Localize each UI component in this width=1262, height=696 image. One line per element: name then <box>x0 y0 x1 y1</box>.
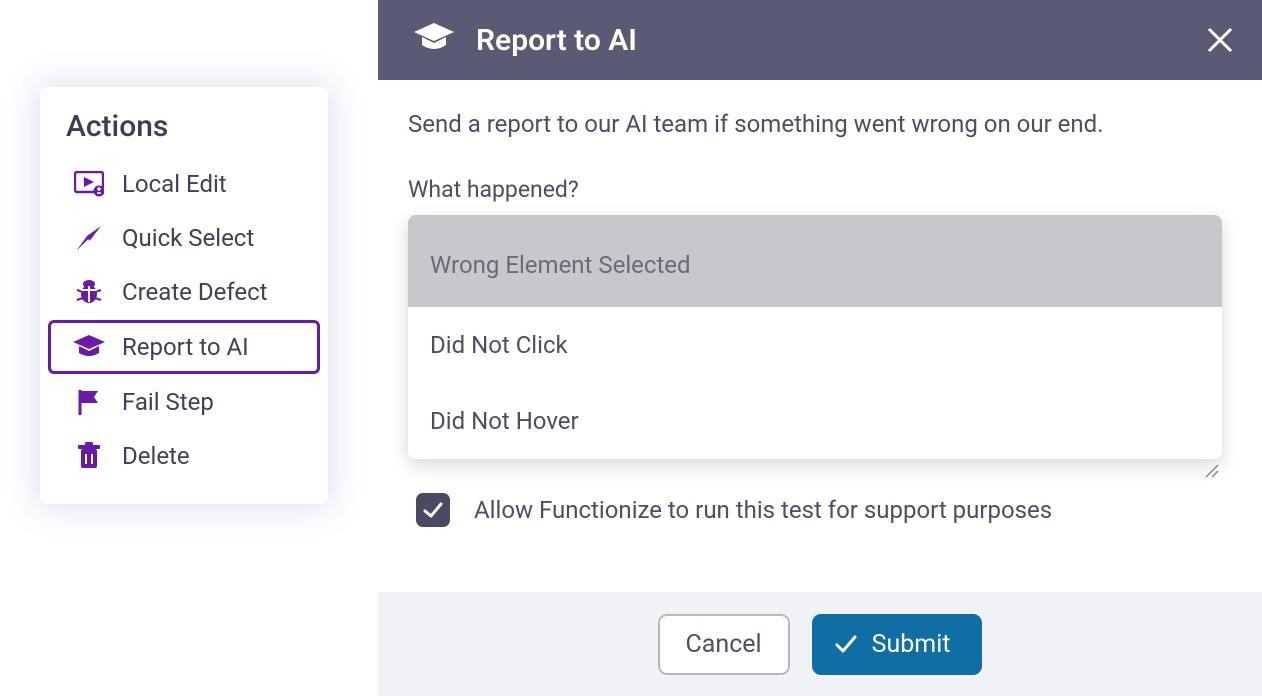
actions-item-label: Delete <box>122 442 190 470</box>
trash-icon <box>70 442 108 470</box>
cancel-button-label: Cancel <box>686 630 762 659</box>
check-icon <box>834 632 858 656</box>
actions-item-fail-step[interactable]: Fail Step <box>48 376 320 428</box>
actions-item-report-to-ai[interactable]: Report to AI <box>48 320 320 374</box>
allow-support-label: Allow Functionize to run this test for s… <box>474 496 1052 524</box>
modal-body: Send a report to our AI team if somethin… <box>378 80 1262 547</box>
modal-title: Report to AI <box>476 23 637 58</box>
dropdown-option-did-not-click[interactable]: Did Not Click <box>408 307 1222 383</box>
what-happened-dropdown[interactable]: Wrong Element Selected Did Not Click Did… <box>408 215 1222 459</box>
arrow-icon <box>70 224 108 252</box>
actions-item-label: Fail Step <box>122 388 214 416</box>
actions-item-label: Create Defect <box>122 278 268 306</box>
local-edit-icon <box>70 171 108 197</box>
actions-item-quick-select[interactable]: Quick Select <box>48 212 320 264</box>
allow-support-row: Allow Functionize to run this test for s… <box>416 493 1222 527</box>
actions-panel: Actions Local Edit Quick Select <box>40 87 328 504</box>
report-to-ai-modal: Report to AI Send a report to our AI tea… <box>378 0 1262 696</box>
actions-item-create-defect[interactable]: Create Defect <box>48 266 320 318</box>
what-happened-label: What happened? <box>408 176 1222 203</box>
actions-title: Actions <box>40 105 328 156</box>
dropdown-option-did-not-hover[interactable]: Did Not Hover <box>408 383 1222 459</box>
close-icon[interactable] <box>1206 26 1234 54</box>
submit-button[interactable]: Submit <box>812 614 983 675</box>
actions-item-delete[interactable]: Delete <box>48 430 320 482</box>
modal-header: Report to AI <box>378 0 1262 80</box>
resize-handle-icon[interactable] <box>408 463 1222 483</box>
allow-support-checkbox[interactable] <box>416 493 450 527</box>
cancel-button[interactable]: Cancel <box>658 614 790 675</box>
actions-item-label: Quick Select <box>122 224 254 252</box>
actions-item-label: Local Edit <box>122 170 227 198</box>
modal-description: Send a report to our AI team if somethin… <box>408 110 1222 138</box>
submit-button-label: Submit <box>872 630 951 659</box>
modal-footer: Cancel Submit <box>378 592 1262 696</box>
actions-item-label: Report to AI <box>122 333 249 361</box>
flag-icon <box>70 388 108 416</box>
dropdown-option-wrong-element[interactable]: Wrong Element Selected <box>408 215 1222 307</box>
bug-icon <box>70 278 108 306</box>
graduation-cap-icon <box>414 23 454 57</box>
graduation-cap-icon <box>70 335 108 359</box>
actions-item-local-edit[interactable]: Local Edit <box>48 158 320 210</box>
modal-header-left: Report to AI <box>414 23 637 58</box>
